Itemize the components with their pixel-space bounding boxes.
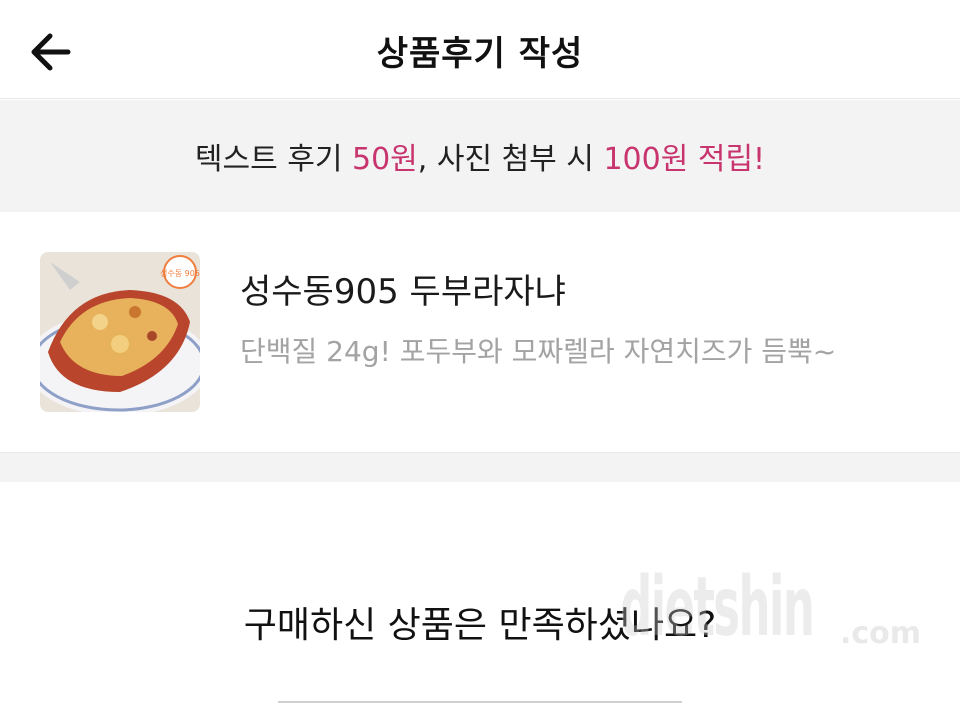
thumbnail-badge: 성수동 905 — [160, 269, 200, 278]
satisfaction-question: 구매하신 상품은 만족하셨나요? — [243, 605, 717, 646]
watermark-suffix: .com — [840, 616, 922, 651]
rating-input-underline[interactable] — [278, 701, 682, 703]
section-divider — [0, 452, 960, 482]
product-name: 성수동905 두부라자냐 — [240, 272, 566, 312]
product-description: 단백질 24g! 포두부와 모짜렐라 자연치즈가 듬뿍~ — [240, 335, 837, 368]
banner-amount-text: 50원 — [351, 142, 418, 177]
banner-amount-photo: 100원 적립! — [603, 142, 766, 177]
product-thumbnail: 성수동 905 — [40, 252, 200, 412]
watermark-logo: dietshin — [620, 560, 815, 655]
banner-text-2: , 사진 첨부 시 — [417, 142, 604, 177]
banner-text-1: 텍스트 후기 — [194, 142, 352, 177]
header-bar: 상품후기 작성 — [0, 0, 960, 99]
reward-banner: 텍스트 후기 50원 , 사진 첨부 시 100원 적립! — [0, 100, 960, 212]
page-title: 상품후기 작성 — [376, 34, 584, 74]
